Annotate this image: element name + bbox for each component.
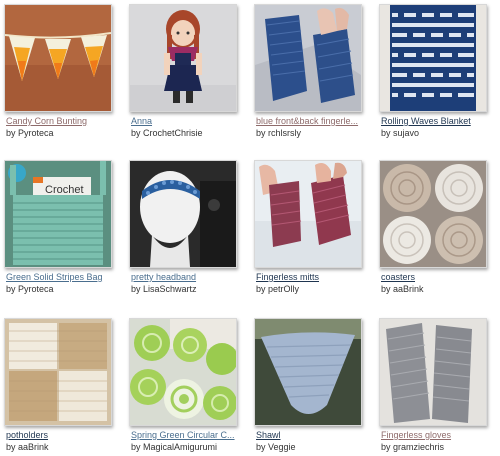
project-title-link[interactable]: Fingerless mitts [256, 272, 376, 283]
anna-doll-image [130, 5, 236, 111]
fingerless-gloves-image [380, 319, 486, 425]
author-name: Pyroteca [18, 284, 54, 294]
author-name: aaBrink [18, 442, 49, 452]
project-author-line: by Pyroteca [6, 128, 126, 139]
project-title-link[interactable]: Rolling Waves Blanket [381, 116, 500, 127]
by-label: by [256, 128, 266, 138]
spring-green-circular-image [130, 319, 236, 425]
by-label: by [6, 442, 16, 452]
by-label: by [131, 284, 141, 294]
project-title-link[interactable]: Candy Corn Bunting [6, 116, 126, 127]
project-title-link[interactable]: Shawl [256, 430, 376, 441]
project-author-line: by MagicalAmigurumi [131, 442, 251, 453]
green-stripes-bag-image: Crochet [5, 161, 111, 267]
project-thumbnail[interactable] [379, 318, 487, 426]
project-title-link[interactable]: Anna [131, 116, 251, 127]
project-author-line: by Veggie [256, 442, 376, 453]
project-thumbnail[interactable] [129, 4, 237, 112]
project-title-link[interactable]: Fingerless gloves [381, 430, 500, 441]
by-label: by [381, 128, 391, 138]
author-name: MagicalAmigurumi [143, 442, 218, 452]
author-name: Veggie [268, 442, 296, 452]
by-label: by [381, 284, 391, 294]
author-name: gramziechris [393, 442, 445, 452]
author-name: Pyroteca [18, 128, 54, 138]
by-label: by [6, 284, 16, 294]
project-author-line: by aaBrink [6, 442, 126, 453]
project-title-link[interactable]: pretty headband [131, 272, 251, 283]
shawl-image [255, 319, 361, 425]
by-label: by [6, 128, 16, 138]
project-author-line: by rchlsrsly [256, 128, 376, 139]
by-label: by [256, 442, 266, 452]
project-thumbnail[interactable] [4, 318, 112, 426]
pretty-headband-image [130, 161, 236, 267]
project-grid: Candy Corn Bunting by Pyroteca Anna by C… [0, 0, 500, 456]
project-thumbnail[interactable] [4, 4, 112, 112]
project-thumbnail[interactable] [129, 318, 237, 426]
project-author-line: by petrOlly [256, 284, 376, 295]
project-author-line: by sujavo [381, 128, 500, 139]
project-thumbnail[interactable] [379, 160, 487, 268]
project-title-link[interactable]: Green Solid Stripes Bag [6, 272, 126, 283]
project-thumbnail[interactable] [129, 160, 237, 268]
by-label: by [381, 442, 391, 452]
author-name: rchlsrsly [268, 128, 302, 138]
project-author-line: by Pyroteca [6, 284, 126, 295]
candy-corn-bunting-image [5, 5, 111, 111]
by-label: by [256, 284, 266, 294]
project-thumbnail[interactable] [254, 318, 362, 426]
project-title-link[interactable]: blue front&back fingerle... [256, 116, 376, 127]
coasters-image [380, 161, 486, 267]
author-name: LisaSchwartz [143, 284, 197, 294]
rolling-waves-blanket-image [380, 5, 486, 111]
project-thumbnail[interactable] [379, 4, 487, 112]
author-name: aaBrink [393, 284, 424, 294]
potholders-image [5, 319, 111, 425]
project-title-link[interactable]: Spring Green Circular C... [131, 430, 251, 441]
project-thumbnail[interactable]: Crochet [4, 160, 112, 268]
author-name: sujavo [393, 128, 420, 138]
project-title-link[interactable]: coasters [381, 272, 500, 283]
project-author-line: by gramziechris [381, 442, 500, 453]
magazine-cover-text: Crochet [45, 184, 84, 196]
project-author-line: by LisaSchwartz [131, 284, 251, 295]
blue-fingerless-mitts-image [255, 5, 361, 111]
project-thumbnail[interactable] [254, 160, 362, 268]
project-thumbnail[interactable] [254, 4, 362, 112]
project-title-link[interactable]: potholders [6, 430, 126, 441]
author-name: CrochetChrisie [143, 128, 203, 138]
fingerless-mitts-image [255, 161, 361, 267]
author-name: petrOlly [268, 284, 300, 294]
project-author-line: by aaBrink [381, 284, 500, 295]
project-author-line: by CrochetChrisie [131, 128, 251, 139]
by-label: by [131, 128, 141, 138]
by-label: by [131, 442, 141, 452]
